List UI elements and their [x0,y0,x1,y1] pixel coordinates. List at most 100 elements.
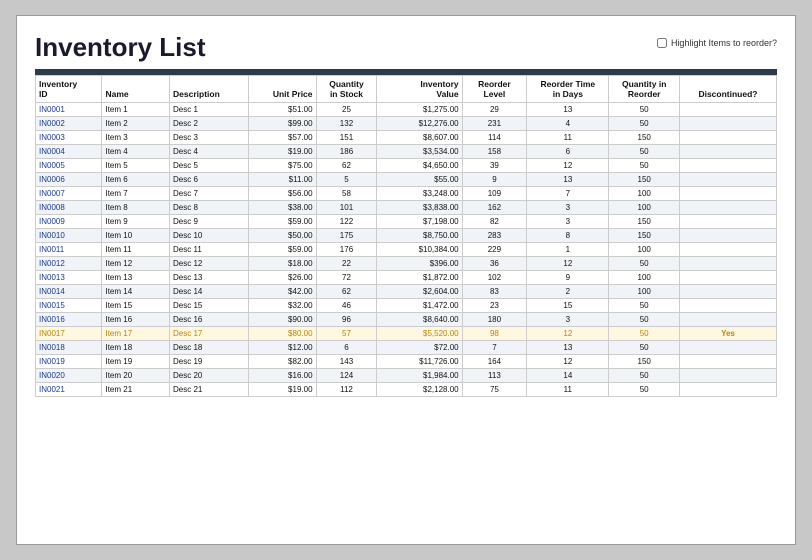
cell-id: IN0007 [36,187,102,201]
cell-invval: $2,604.00 [377,285,462,299]
cell-desc: Desc 14 [170,285,249,299]
table-row: IN0015Item 15Desc 15$32.0046$1,472.00231… [36,299,777,313]
cell-reorder: 102 [462,271,527,285]
cell-desc: Desc 11 [170,243,249,257]
cell-qty: 132 [316,117,377,131]
cell-desc: Desc 17 [170,327,249,341]
cell-disc [679,341,776,355]
table-row: IN0010Item 10Desc 10$50.00175$8,750.0028… [36,229,777,243]
cell-id: IN0006 [36,173,102,187]
col-header-reorder: ReorderLevel [462,76,527,103]
cell-qtyreorder: 100 [609,243,679,257]
cell-reordertime: 3 [527,215,609,229]
cell-reorder: 98 [462,327,527,341]
cell-invval: $8,750.00 [377,229,462,243]
cell-qty: 124 [316,369,377,383]
cell-reordertime: 8 [527,229,609,243]
cell-reorder: 109 [462,187,527,201]
cell-name: Item 13 [102,271,170,285]
cell-reorder: 82 [462,215,527,229]
cell-qty: 25 [316,103,377,117]
col-header-reordertime: Reorder Timein Days [527,76,609,103]
cell-qty: 96 [316,313,377,327]
cell-reordertime: 14 [527,369,609,383]
cell-id: IN0017 [36,327,102,341]
cell-id: IN0005 [36,159,102,173]
page-title: Inventory List [35,32,205,63]
cell-disc [679,145,776,159]
table-row: IN0002Item 2Desc 2$99.00132$12,276.00231… [36,117,777,131]
highlight-checkbox[interactable] [657,38,667,48]
cell-qty: 151 [316,131,377,145]
cell-reordertime: 12 [527,159,609,173]
cell-price: $59.00 [248,215,316,229]
table-row: IN0003Item 3Desc 3$57.00151$8,607.001141… [36,131,777,145]
inventory-table: InventoryID Name Description Unit Price … [35,75,777,397]
cell-reordertime: 13 [527,173,609,187]
cell-desc: Desc 3 [170,131,249,145]
cell-price: $11.00 [248,173,316,187]
cell-id: IN0011 [36,243,102,257]
cell-reordertime: 9 [527,271,609,285]
cell-price: $50.00 [248,229,316,243]
cell-reorder: 164 [462,355,527,369]
inventory-page: Inventory List Highlight Items to reorde… [16,15,796,545]
cell-disc [679,159,776,173]
cell-price: $42.00 [248,285,316,299]
cell-invval: $10,384.00 [377,243,462,257]
highlight-label: Highlight Items to reorder? [671,38,777,48]
cell-name: Item 6 [102,173,170,187]
cell-price: $90.00 [248,313,316,327]
table-row: IN0009Item 9Desc 9$59.00122$7,198.008231… [36,215,777,229]
cell-qtyreorder: 100 [609,285,679,299]
col-header-qtyreorder: Quantity inReorder [609,76,679,103]
cell-qty: 58 [316,187,377,201]
cell-desc: Desc 1 [170,103,249,117]
cell-disc [679,313,776,327]
cell-qty: 186 [316,145,377,159]
cell-desc: Desc 5 [170,159,249,173]
cell-reordertime: 3 [527,201,609,215]
cell-desc: Desc 12 [170,257,249,271]
cell-id: IN0013 [36,271,102,285]
cell-price: $75.00 [248,159,316,173]
cell-reorder: 114 [462,131,527,145]
cell-id: IN0019 [36,355,102,369]
cell-qtyreorder: 150 [609,173,679,187]
cell-qtyreorder: 50 [609,341,679,355]
cell-invval: $8,640.00 [377,313,462,327]
highlight-checkbox-container: Highlight Items to reorder? [657,38,777,48]
cell-desc: Desc 7 [170,187,249,201]
cell-name: Item 1 [102,103,170,117]
cell-disc [679,173,776,187]
cell-disc [679,103,776,117]
cell-reorder: 75 [462,383,527,397]
cell-qty: 62 [316,285,377,299]
table-row: IN0006Item 6Desc 6$11.005$55.00913150 [36,173,777,187]
cell-price: $32.00 [248,299,316,313]
cell-price: $51.00 [248,103,316,117]
cell-desc: Desc 18 [170,341,249,355]
table-header-row: InventoryID Name Description Unit Price … [36,76,777,103]
cell-invval: $3,838.00 [377,201,462,215]
cell-disc [679,131,776,145]
table-row: IN0016Item 16Desc 16$90.0096$8,640.00180… [36,313,777,327]
cell-qty: 22 [316,257,377,271]
cell-disc [679,243,776,257]
cell-reorder: 158 [462,145,527,159]
cell-reordertime: 4 [527,117,609,131]
table-row: IN0021Item 21Desc 21$19.00112$2,128.0075… [36,383,777,397]
cell-name: Item 3 [102,131,170,145]
cell-price: $82.00 [248,355,316,369]
cell-qtyreorder: 50 [609,145,679,159]
cell-qty: 112 [316,383,377,397]
cell-qtyreorder: 50 [609,257,679,271]
table-row: IN0017Item 17Desc 17$80.0057$5,520.00981… [36,327,777,341]
cell-price: $12.00 [248,341,316,355]
table-row: IN0011Item 11Desc 11$59.00176$10,384.002… [36,243,777,257]
cell-price: $38.00 [248,201,316,215]
cell-name: Item 2 [102,117,170,131]
cell-desc: Desc 21 [170,383,249,397]
cell-reorder: 180 [462,313,527,327]
cell-name: Item 5 [102,159,170,173]
